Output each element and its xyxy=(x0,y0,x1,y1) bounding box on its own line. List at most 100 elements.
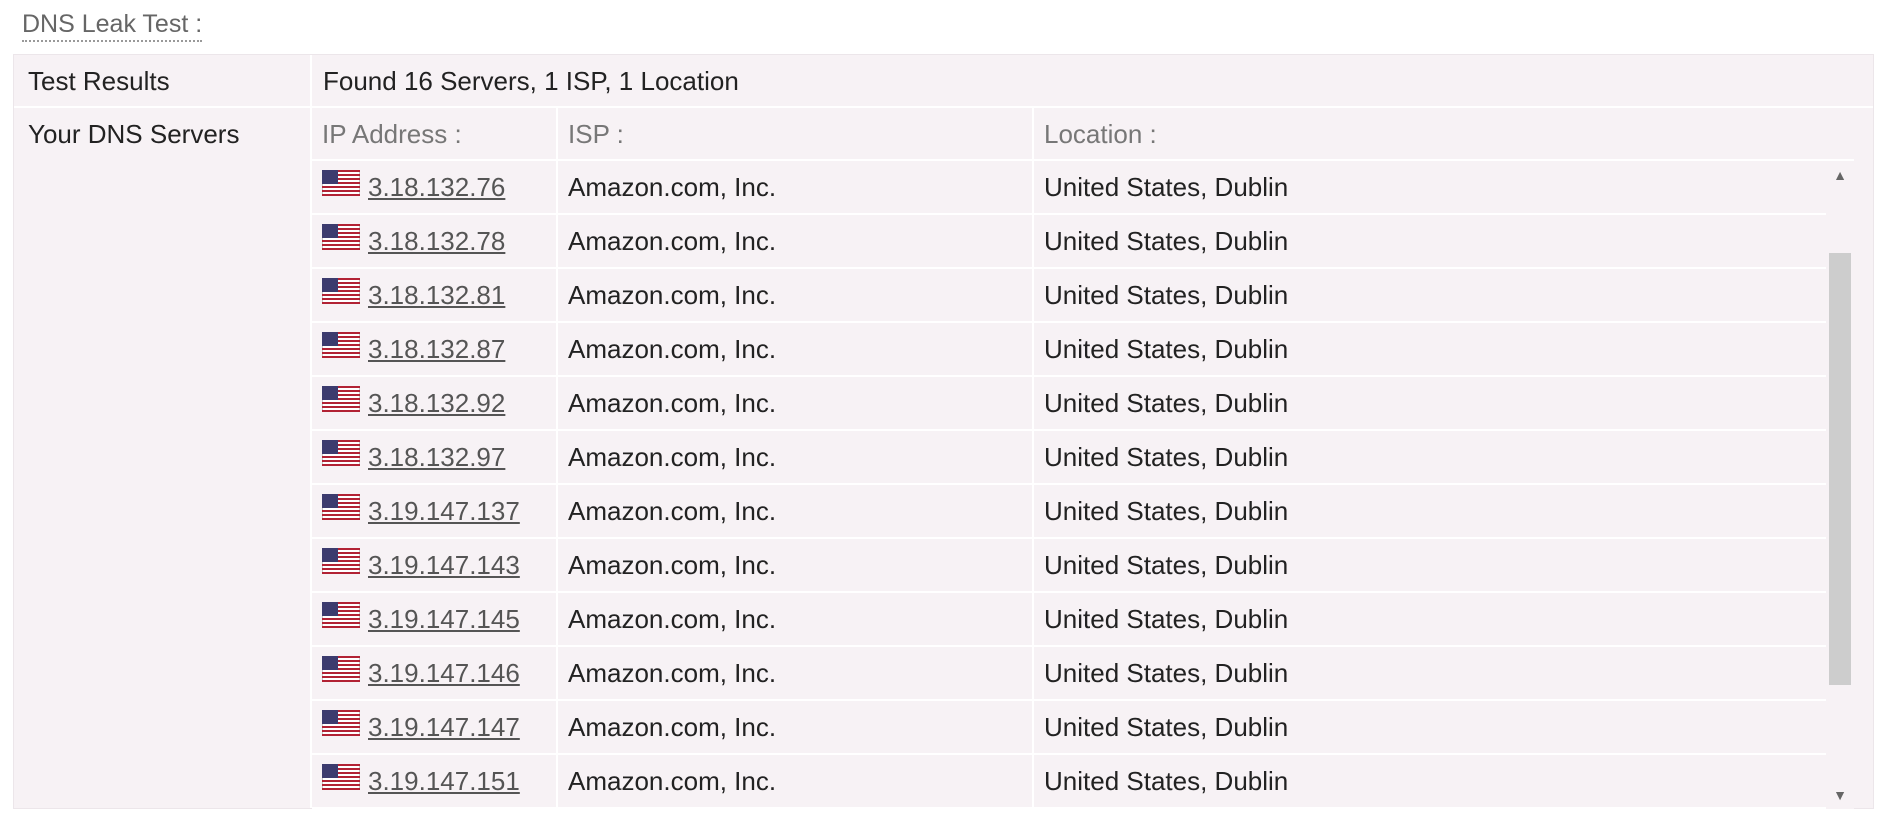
scroll-down-arrow-icon[interactable]: ▼ xyxy=(1826,781,1854,809)
ip-address-link[interactable]: 3.19.147.137 xyxy=(368,496,520,526)
column-divider xyxy=(556,593,558,645)
ip-address-cell: 3.18.132.78 xyxy=(321,215,505,267)
ip-address-cell: 3.18.132.76 xyxy=(321,161,505,213)
server-row: 3.18.132.97 Amazon.com, Inc. United States… xyxy=(312,431,1854,485)
server-row: 3.18.132.87 Amazon.com, Inc. United States… xyxy=(312,323,1854,377)
column-divider xyxy=(1032,647,1034,699)
column-divider xyxy=(1032,701,1034,753)
page-title: DNS Leak Test : xyxy=(22,10,203,42)
column-divider xyxy=(1032,431,1034,483)
isp-cell: Amazon.com, Inc. xyxy=(568,172,777,202)
location-cell: United States, Dublin xyxy=(1044,766,1289,796)
server-row: 3.18.132.81 Amazon.com, Inc. United States… xyxy=(312,269,1854,323)
column-divider xyxy=(1032,539,1034,591)
servers-scroll-area[interactable]: 3.18.132.76 Amazon.com, Inc. United States… xyxy=(312,161,1854,809)
isp-cell: Amazon.com, Inc. xyxy=(568,388,777,418)
ip-address-link[interactable]: 3.19.147.145 xyxy=(368,604,520,634)
ip-address-link[interactable]: 3.18.132.76 xyxy=(368,172,505,202)
server-row: 3.18.132.76 Amazon.com, Inc. United States… xyxy=(312,161,1854,215)
column-divider xyxy=(1032,215,1034,267)
us-flag-icon xyxy=(321,431,361,483)
server-row: 3.19.147.137 Amazon.com, Inc. United State… xyxy=(312,485,1854,539)
isp-cell: Amazon.com, Inc. xyxy=(568,604,777,634)
ip-address-link[interactable]: 3.18.132.97 xyxy=(368,442,505,472)
ip-address-cell: 3.18.132.97 xyxy=(321,431,505,483)
servers-table-header: IP Address : ISP : Location : xyxy=(312,108,1854,161)
ip-address-link[interactable]: 3.18.132.78 xyxy=(368,226,505,256)
dns-results-table: Test Results Found 16 Servers, 1 ISP, 1 … xyxy=(13,54,1874,809)
location-cell: United States, Dublin xyxy=(1044,712,1289,742)
column-divider xyxy=(556,269,558,321)
ip-address-link[interactable]: 3.18.132.87 xyxy=(368,334,505,364)
ip-address-cell: 3.19.147.151 xyxy=(321,755,520,807)
server-row: 3.19.147.147 Amazon.com, Inc. United State… xyxy=(312,701,1854,755)
column-divider xyxy=(1032,485,1034,537)
location-cell: United States, Dublin xyxy=(1044,658,1289,688)
scroll-up-arrow-icon[interactable]: ▲ xyxy=(1826,161,1854,189)
column-divider xyxy=(556,647,558,699)
column-divider xyxy=(556,539,558,591)
column-divider xyxy=(1032,161,1034,213)
vertical-scrollbar[interactable]: ▲ ▼ xyxy=(1826,161,1854,809)
ip-address-cell: 3.19.147.147 xyxy=(321,701,520,753)
column-divider xyxy=(556,701,558,753)
server-list: 3.18.132.76 Amazon.com, Inc. United States… xyxy=(312,161,1854,809)
location-cell: United States, Dublin xyxy=(1044,226,1289,256)
ip-address-link[interactable]: 3.19.147.143 xyxy=(368,550,520,580)
us-flag-icon xyxy=(321,377,361,429)
ip-address-link[interactable]: 3.19.147.147 xyxy=(368,712,520,742)
ip-address-cell: 3.18.132.92 xyxy=(321,377,505,429)
location-cell: United States, Dublin xyxy=(1044,172,1289,202)
location-cell: United States, Dublin xyxy=(1044,442,1289,472)
column-divider xyxy=(556,323,558,375)
us-flag-icon xyxy=(321,593,361,645)
ip-address-link[interactable]: 3.19.147.151 xyxy=(368,766,520,796)
column-divider xyxy=(1032,323,1034,375)
dns-servers-label: Your DNS Servers xyxy=(28,119,240,149)
ip-address-cell: 3.19.147.145 xyxy=(321,593,520,645)
test-results-value: Found 16 Servers, 1 ISP, 1 Location xyxy=(323,66,739,96)
column-divider xyxy=(1032,593,1034,645)
isp-cell: Amazon.com, Inc. xyxy=(568,334,777,364)
us-flag-icon xyxy=(321,755,361,807)
ip-address-link[interactable]: 3.19.147.146 xyxy=(368,658,520,688)
test-results-row: Test Results Found 16 Servers, 1 ISP, 1 … xyxy=(14,55,1873,108)
us-flag-icon xyxy=(321,215,361,267)
us-flag-icon xyxy=(321,647,361,699)
location-cell: United States, Dublin xyxy=(1044,280,1289,310)
us-flag-icon xyxy=(321,485,361,537)
isp-cell: Amazon.com, Inc. xyxy=(568,496,777,526)
ip-address-cell: 3.19.147.137 xyxy=(321,485,520,537)
ip-address-cell: 3.18.132.87 xyxy=(321,323,505,375)
us-flag-icon xyxy=(321,269,361,321)
column-divider xyxy=(1032,755,1034,807)
column-divider xyxy=(556,161,558,213)
ip-address-link[interactable]: 3.18.132.81 xyxy=(368,280,505,310)
server-row: 3.18.132.92 Amazon.com, Inc. United States… xyxy=(312,377,1854,431)
ip-address-cell: 3.18.132.81 xyxy=(321,269,505,321)
us-flag-icon xyxy=(321,161,361,213)
column-divider xyxy=(556,431,558,483)
location-cell: United States, Dublin xyxy=(1044,496,1289,526)
us-flag-icon xyxy=(321,323,361,375)
location-cell: United States, Dublin xyxy=(1044,388,1289,418)
column-divider xyxy=(556,485,558,537)
server-row: 3.19.147.151 Amazon.com, Inc. United State… xyxy=(312,755,1854,809)
us-flag-icon xyxy=(321,701,361,753)
test-results-label: Test Results xyxy=(28,66,170,96)
column-divider xyxy=(1032,269,1034,321)
column-divider xyxy=(1032,377,1034,429)
location-cell: United States, Dublin xyxy=(1044,550,1289,580)
isp-cell: Amazon.com, Inc. xyxy=(568,226,777,256)
ip-address-link[interactable]: 3.18.132.92 xyxy=(368,388,505,418)
column-divider xyxy=(556,377,558,429)
column-divider xyxy=(1032,108,1034,159)
ip-address-header: IP Address : xyxy=(322,119,462,149)
scrollbar-thumb[interactable] xyxy=(1829,253,1851,685)
column-divider xyxy=(556,108,558,159)
server-row: 3.18.132.78 Amazon.com, Inc. United States… xyxy=(312,215,1854,269)
isp-cell: Amazon.com, Inc. xyxy=(568,550,777,580)
ip-address-cell: 3.19.147.143 xyxy=(321,539,520,591)
us-flag-icon xyxy=(321,539,361,591)
isp-cell: Amazon.com, Inc. xyxy=(568,442,777,472)
